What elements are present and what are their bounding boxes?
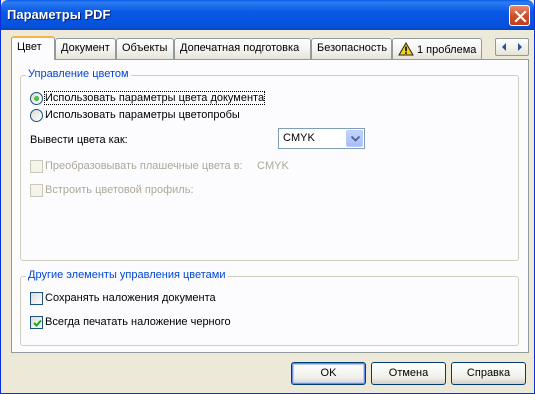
embed-profile-checkbox[interactable] [30,184,43,197]
output-colors-value: CMYK [283,132,315,144]
tab-label: Объекты [122,42,168,54]
tab-scroll-left-button[interactable] [496,39,512,55]
pdf-options-dialog: Параметры PDF Цвет Документ Объекты Допе… [0,0,535,394]
tab-label: Допечатная подготовка [180,42,300,54]
tab-prepress[interactable]: Допечатная подготовка [174,38,311,59]
checkmark-icon [33,319,42,327]
radio-selected-dot [34,96,39,101]
tab-document[interactable]: Документ [55,38,116,59]
group-label: Другие элементы управления цветами [26,269,228,281]
tab-color[interactable]: Цвет [11,36,55,60]
black-overprint-checkbox[interactable] [30,316,43,329]
radio-proof-colors[interactable] [30,109,43,122]
tab-security[interactable]: Безопасность [311,38,392,59]
title-bar[interactable]: Параметры PDF [1,0,534,30]
preserve-overprint-label[interactable]: Сохранять наложения документа [45,292,216,304]
arrow-left-icon [502,43,506,51]
tab-scroll-buttons [495,38,529,56]
close-button[interactable] [509,5,530,26]
other-color-controls-group: Другие элементы управления цветами [20,269,519,346]
black-overprint-label[interactable]: Всегда печатать наложение черного [45,316,231,328]
window-title: Параметры PDF [7,7,111,22]
tab-label: Безопасность [317,42,388,54]
close-icon [514,10,527,23]
tab-label: Документ [61,42,110,54]
tab-label: 1 проблема [417,44,477,56]
output-colors-select[interactable]: CMYK [278,128,365,149]
tab-scroll-right-button[interactable] [512,39,528,55]
output-colors-label: Вывести цвета как: [30,134,128,146]
radio-proof-colors-label[interactable]: Использовать параметры цветопробы [45,109,240,121]
convert-spot-checkbox[interactable] [30,160,43,173]
preserve-overprint-checkbox[interactable] [30,292,43,305]
radio-document-colors[interactable] [30,92,43,105]
embed-profile-label: Встроить цветовой профиль: [45,184,194,196]
ok-button[interactable]: OK [291,362,366,385]
cancel-button[interactable]: Отмена [371,362,446,385]
arrow-right-icon [518,43,522,51]
tab-problems[interactable]: 1 проблема [392,38,482,59]
tab-objects[interactable]: Объекты [116,38,174,59]
help-button[interactable]: Справка [451,362,526,385]
radio-document-colors-label[interactable]: Использовать параметры цвета документа [43,91,266,105]
group-label: Управление цветом [26,68,131,80]
chevron-down-icon [351,136,360,142]
tab-label: Цвет [17,41,42,53]
warning-icon [398,42,414,56]
convert-spot-label: Преобразовывать плашечные цвета в: [45,160,243,172]
dropdown-button[interactable] [346,130,363,147]
convert-spot-value: CMYK [257,160,289,172]
